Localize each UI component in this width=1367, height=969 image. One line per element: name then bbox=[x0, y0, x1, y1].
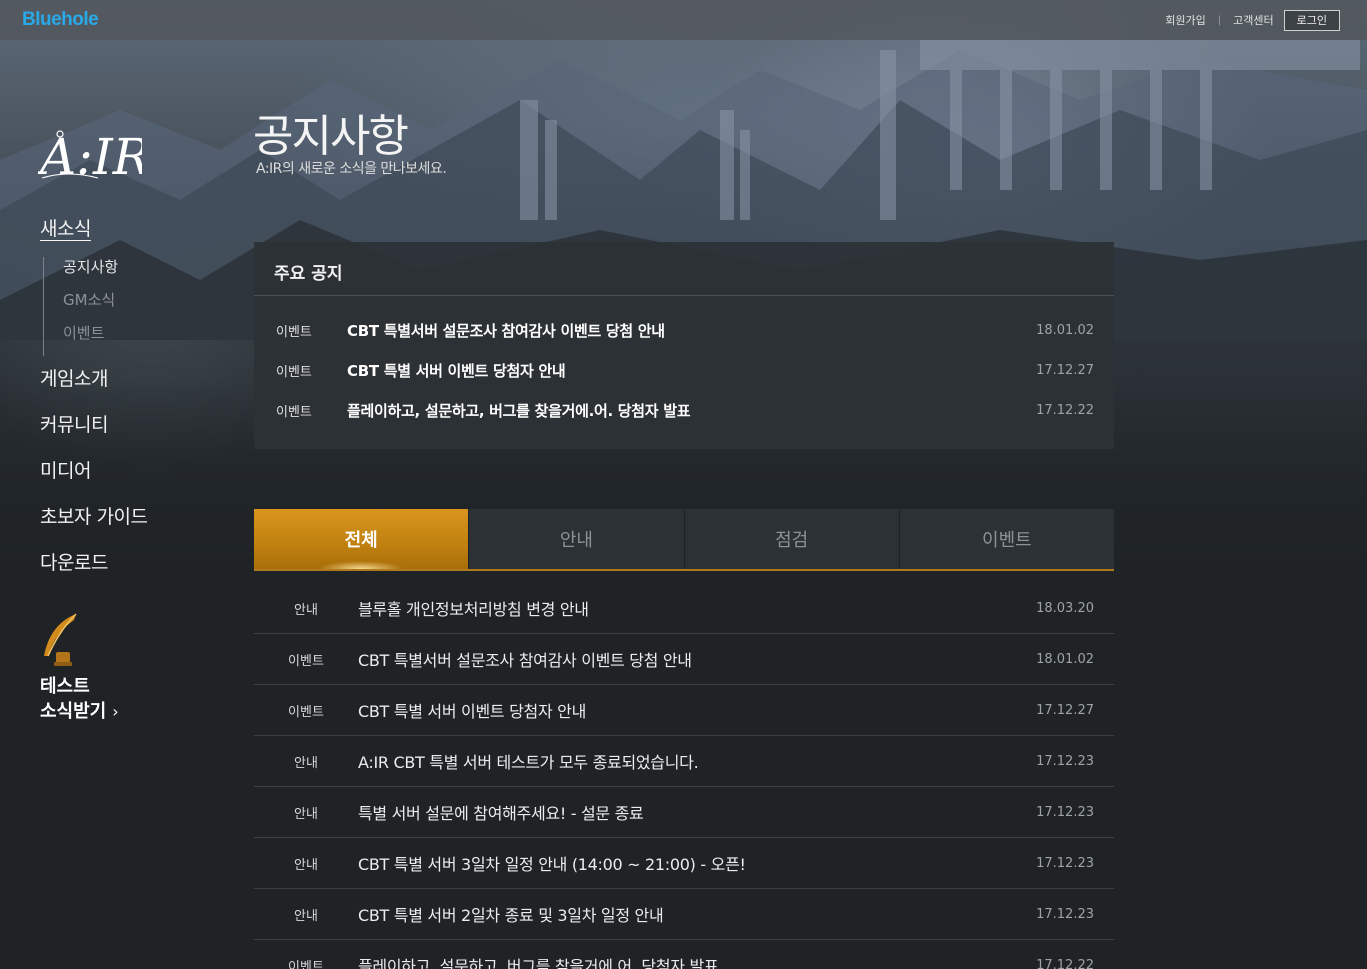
featured-category: 이벤트 bbox=[276, 404, 312, 420]
row-title[interactable]: CBT 특별 서버 3일차 일정 안내 (14:00 ~ 21:00) - 오픈… bbox=[358, 851, 1036, 875]
bluehole-logo[interactable]: Bluehole bbox=[22, 9, 99, 31]
featured-row[interactable]: 이벤트 플레이하고, 설문하고, 버그를 찾을거에.어. 당첨자 발표 17.1… bbox=[254, 390, 1114, 430]
category-tabs: 전체 안내 점검 이벤트 bbox=[254, 509, 1114, 571]
newsletter-line2: 소식받기 bbox=[40, 701, 107, 722]
page-title: 공지사항 bbox=[253, 111, 409, 162]
quill-icon bbox=[44, 613, 77, 666]
subnav-notice[interactable]: 공지사항 bbox=[63, 257, 147, 290]
row-date: 17.12.23 bbox=[1036, 753, 1094, 769]
row-category: 이벤트 bbox=[288, 704, 324, 720]
nav-news[interactable]: 새소식 bbox=[40, 214, 147, 241]
left-navigation: 새소식 공지사항 GM소식 이벤트 게임소개 커뮤니티 미디어 초보자 가이드 … bbox=[40, 214, 148, 594]
nav-media[interactable]: 미디어 bbox=[40, 456, 147, 502]
row-category: 안내 bbox=[294, 806, 318, 822]
row-category: 안내 bbox=[294, 602, 318, 618]
featured-row[interactable]: 이벤트 CBT 특별 서버 이벤트 당첨자 안내 17.12.27 bbox=[254, 350, 1114, 390]
divider: | bbox=[1217, 14, 1222, 26]
subnav-gm-news[interactable]: GM소식 bbox=[63, 290, 147, 323]
top-links: 회원가입 | 고객센터 로그인 bbox=[1165, 9, 1340, 31]
page-subtitle: A:IR의 새로운 소식을 만나보세요. bbox=[256, 161, 447, 177]
featured-category: 이벤트 bbox=[276, 364, 312, 380]
row-date: 17.12.23 bbox=[1036, 804, 1094, 820]
row-title[interactable]: 블루홀 개인정보처리방침 변경 안내 bbox=[358, 596, 1036, 620]
row-title[interactable]: 플레이하고, 설문하고, 버그를 찾을거에.어. 당첨자 발표 bbox=[358, 953, 1036, 969]
table-row[interactable]: 안내 CBT 특별 서버 3일차 일정 안내 (14:00 ~ 21:00) -… bbox=[254, 838, 1114, 889]
table-row[interactable]: 안내 A:IR CBT 특별 서버 테스트가 모두 종료되었습니다. 17.12… bbox=[254, 736, 1114, 787]
signup-link[interactable]: 회원가입 bbox=[1165, 12, 1205, 28]
nav-community[interactable]: 커뮤니티 bbox=[40, 410, 147, 456]
featured-date: 17.12.22 bbox=[1036, 402, 1094, 418]
table-row[interactable]: 안내 블루홀 개인정보처리방침 변경 안내 18.03.20 bbox=[254, 583, 1114, 634]
table-row[interactable]: 이벤트 CBT 특별서버 설문조사 참여감사 이벤트 당첨 안내 18.01.0… bbox=[254, 634, 1114, 685]
support-link[interactable]: 고객센터 bbox=[1233, 12, 1273, 28]
row-title[interactable]: CBT 특별서버 설문조사 참여감사 이벤트 당첨 안내 bbox=[358, 647, 1036, 671]
top-bar: Bluehole 회원가입 | 고객센터 로그인 bbox=[0, 0, 1367, 40]
row-category: 안내 bbox=[294, 857, 318, 873]
row-date: 17.12.27 bbox=[1036, 702, 1094, 718]
tab-maintenance[interactable]: 점검 bbox=[683, 509, 899, 569]
nav-beginner-guide[interactable]: 초보자 가이드 bbox=[40, 502, 148, 548]
nav-list: 게임소개 커뮤니티 미디어 초보자 가이드 다운로드 bbox=[40, 364, 148, 594]
table-row[interactable]: 안내 CBT 특별 서버 2일차 종료 및 3일차 일정 안내 17.12.23 bbox=[254, 889, 1114, 940]
row-category: 이벤트 bbox=[288, 653, 324, 669]
row-date: 18.03.20 bbox=[1036, 600, 1094, 616]
table-row[interactable]: 안내 특별 서버 설문에 참여해주세요! - 설문 종료 17.12.23 bbox=[254, 787, 1114, 838]
newsletter-link[interactable]: 테스트 소식받기 › bbox=[40, 674, 119, 724]
row-date: 17.12.23 bbox=[1036, 855, 1094, 871]
featured-date: 18.01.02 bbox=[1036, 322, 1094, 338]
row-title[interactable]: A:IR CBT 특별 서버 테스트가 모두 종료되었습니다. bbox=[358, 749, 1036, 773]
chevron-right-icon: › bbox=[112, 702, 119, 721]
tab-info[interactable]: 안내 bbox=[468, 509, 683, 569]
featured-title[interactable]: 플레이하고, 설문하고, 버그를 찾을거에.어. 당첨자 발표 bbox=[347, 400, 1036, 421]
nav-download[interactable]: 다운로드 bbox=[40, 548, 147, 594]
row-category: 안내 bbox=[294, 908, 318, 924]
featured-title[interactable]: CBT 특별서버 설문조사 참여감사 이벤트 당첨 안내 bbox=[347, 320, 1036, 341]
subnav-event[interactable]: 이벤트 bbox=[63, 323, 147, 356]
row-date: 17.12.23 bbox=[1036, 906, 1094, 922]
row-category: 안내 bbox=[294, 755, 318, 771]
table-row[interactable]: 이벤트 CBT 특별 서버 이벤트 당첨자 안내 17.12.27 bbox=[254, 685, 1114, 736]
air-logo-icon[interactable]: A:IR bbox=[38, 120, 142, 184]
row-title[interactable]: CBT 특별 서버 이벤트 당첨자 안내 bbox=[358, 698, 1036, 722]
newsletter-line1: 테스트 bbox=[40, 676, 90, 697]
notice-list: 안내 블루홀 개인정보처리방침 변경 안내 18.03.20 이벤트 CBT 특… bbox=[254, 583, 1114, 969]
featured-category: 이벤트 bbox=[276, 324, 312, 340]
news-subnav: 공지사항 GM소식 이벤트 bbox=[43, 257, 147, 356]
row-date: 17.12.22 bbox=[1036, 957, 1094, 969]
row-title[interactable]: CBT 특별 서버 2일차 종료 및 3일차 일정 안내 bbox=[358, 902, 1036, 926]
featured-notices: 주요 공지 이벤트 CBT 특별서버 설문조사 참여감사 이벤트 당첨 안내 1… bbox=[254, 242, 1114, 449]
row-date: 18.01.02 bbox=[1036, 651, 1094, 667]
nav-game-intro[interactable]: 게임소개 bbox=[40, 364, 147, 410]
login-button[interactable]: 로그인 bbox=[1283, 9, 1340, 31]
featured-title[interactable]: CBT 특별 서버 이벤트 당첨자 안내 bbox=[347, 360, 1036, 381]
featured-row[interactable]: 이벤트 CBT 특별서버 설문조사 참여감사 이벤트 당첨 안내 18.01.0… bbox=[254, 310, 1114, 350]
row-title[interactable]: 특별 서버 설문에 참여해주세요! - 설문 종료 bbox=[358, 800, 1036, 824]
tab-event[interactable]: 이벤트 bbox=[898, 509, 1114, 569]
tab-all[interactable]: 전체 bbox=[254, 509, 469, 569]
table-row[interactable]: 이벤트 플레이하고, 설문하고, 버그를 찾을거에.어. 당첨자 발표 17.1… bbox=[254, 940, 1114, 969]
featured-date: 17.12.27 bbox=[1036, 362, 1094, 378]
row-category: 이벤트 bbox=[288, 959, 324, 969]
featured-heading: 주요 공지 bbox=[254, 242, 1114, 296]
